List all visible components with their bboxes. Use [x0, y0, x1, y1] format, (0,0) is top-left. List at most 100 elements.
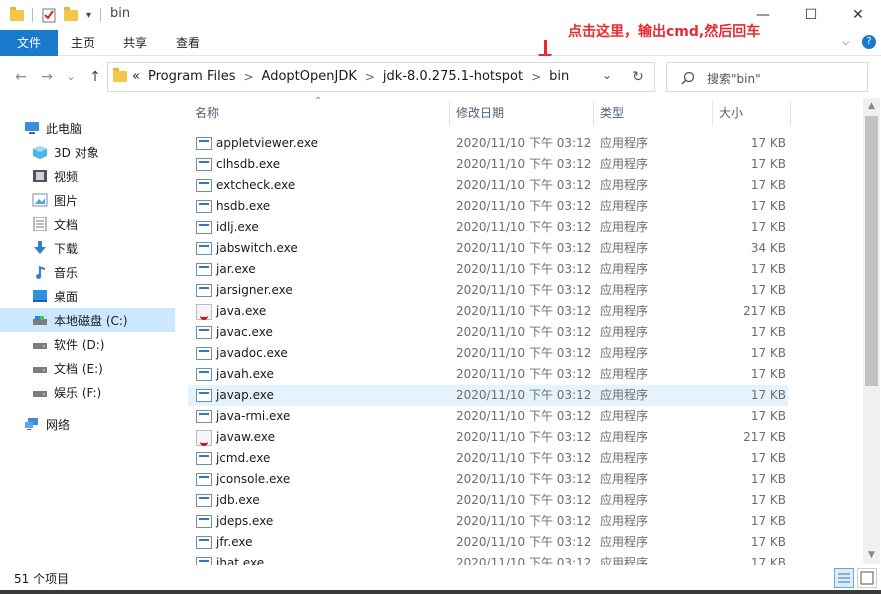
java-app-icon	[196, 430, 212, 446]
breadcrumb-jdk[interactable]: jdk-8.0.275.1-hotspot	[383, 69, 523, 84]
scroll-up-icon[interactable]: ▲	[863, 98, 880, 115]
column-header-type[interactable]: 类型	[600, 98, 624, 128]
file-row[interactable]: jhat.exe 2020/11/10 下午 03:12 应用程序 17 KB	[188, 553, 788, 565]
up-button[interactable]: ↑	[86, 68, 104, 86]
sidebar-item-3d-objects[interactable]: 3D 对象	[0, 140, 175, 164]
sidebar-item-network[interactable]: 网络	[0, 412, 175, 436]
file-date: 2020/11/10 下午 03:12	[456, 304, 592, 318]
vertical-scrollbar[interactable]: ▲ ▼	[863, 98, 880, 564]
large-icons-view-button[interactable]	[857, 568, 877, 588]
file-type: 应用程序	[600, 430, 649, 444]
sidebar-item-documents[interactable]: 文档	[0, 212, 175, 236]
column-divider[interactable]	[712, 100, 713, 126]
column-header-size[interactable]: 大小	[719, 98, 743, 128]
details-view-icon	[838, 573, 850, 583]
file-row[interactable]: extcheck.exe 2020/11/10 下午 03:12 应用程序 17 KB	[188, 175, 788, 196]
file-row[interactable]: java-rmi.exe 2020/11/10 下午 03:12 应用程序 17 KB	[188, 406, 788, 427]
file-row[interactable]: javac.exe 2020/11/10 下午 03:12 应用程序 17 KB	[188, 322, 788, 343]
file-row[interactable]: idlj.exe 2020/11/10 下午 03:12 应用程序 17 KB	[188, 217, 788, 238]
file-row[interactable]: jabswitch.exe 2020/11/10 下午 03:12 应用程序 34 K…	[188, 238, 788, 259]
file-name: java-rmi.exe	[216, 409, 291, 423]
customize-quick-access-icon[interactable]: ▾	[86, 5, 91, 25]
file-row[interactable]: jconsole.exe 2020/11/10 下午 03:12 应用程序 17 KB	[188, 469, 788, 490]
file-type: 应用程序	[600, 178, 649, 192]
back-button[interactable]: ←	[12, 68, 30, 86]
file-row[interactable]: java.exe 2020/11/10 下午 03:12 应用程序 217 KB	[188, 301, 788, 322]
file-row[interactable]: javaw.exe 2020/11/10 下午 03:12 应用程序 217 KB	[188, 427, 788, 448]
search-input[interactable]: 搜索"bin"	[666, 62, 868, 92]
sidebar-item-pictures[interactable]: 图片	[0, 188, 175, 212]
file-name: jar.exe	[216, 262, 256, 276]
column-header-name[interactable]: 名称	[195, 98, 219, 128]
file-type: 应用程序	[600, 304, 649, 318]
file-row[interactable]: jar.exe 2020/11/10 下午 03:12 应用程序 17 KB	[188, 259, 788, 280]
maximize-button[interactable]: ☐	[788, 0, 834, 30]
network-icon	[24, 417, 40, 431]
sidebar-item-drive-e[interactable]: 文档 (E:)	[0, 356, 175, 380]
tab-view[interactable]: 查看	[167, 30, 209, 56]
column-divider[interactable]	[790, 100, 791, 126]
sidebar-item-videos[interactable]: 视频	[0, 164, 175, 188]
file-row[interactable]: jfr.exe 2020/11/10 下午 03:12 应用程序 17 KB	[188, 532, 788, 553]
sidebar-item-desktop[interactable]: 桌面	[0, 284, 175, 308]
column-divider[interactable]	[593, 100, 594, 126]
address-bar[interactable]: « Program Files > AdoptOpenJDK > jdk-8.0…	[107, 62, 655, 92]
file-row[interactable]: javadoc.exe 2020/11/10 下午 03:12 应用程序 17 KB	[188, 343, 788, 364]
file-row[interactable]: jdeps.exe 2020/11/10 下午 03:12 应用程序 17 KB	[188, 511, 788, 532]
new-folder-icon[interactable]	[64, 5, 78, 25]
document-icon	[32, 216, 48, 232]
help-icon[interactable]: ?	[862, 35, 876, 49]
details-view-button[interactable]	[834, 568, 854, 588]
sidebar-item-label: 音乐	[54, 265, 79, 280]
sidebar-item-drive-d[interactable]: 软件 (D:)	[0, 332, 175, 356]
file-type: 应用程序	[600, 283, 649, 297]
chevron-right-icon[interactable]: >	[531, 70, 541, 84]
file-row[interactable]: jcmd.exe 2020/11/10 下午 03:12 应用程序 17 KB	[188, 448, 788, 469]
file-row[interactable]: hsdb.exe 2020/11/10 下午 03:12 应用程序 17 KB	[188, 196, 788, 217]
scroll-down-icon[interactable]: ▼	[863, 547, 880, 564]
tab-file[interactable]: 文件	[0, 30, 58, 56]
chevron-down-icon[interactable]: ⌵	[842, 37, 850, 48]
scrollbar-thumb[interactable]	[865, 116, 878, 386]
file-size: 17 KB	[750, 199, 786, 213]
sidebar-item-downloads[interactable]: 下载	[0, 236, 175, 260]
desktop-icon	[32, 289, 48, 303]
close-button[interactable]: ✕	[835, 0, 881, 30]
breadcrumb-program-files[interactable]: Program Files	[148, 69, 236, 84]
file-row[interactable]: appletviewer.exe 2020/11/10 下午 03:12 应用程序 1…	[188, 133, 788, 154]
file-row[interactable]: jdb.exe 2020/11/10 下午 03:12 应用程序 17 KB	[188, 490, 788, 511]
tab-home[interactable]: 主页	[62, 30, 104, 56]
file-row[interactable]: javah.exe 2020/11/10 下午 03:12 应用程序 17 KB	[188, 364, 788, 385]
breadcrumb-adoptopenjdk[interactable]: AdoptOpenJDK	[262, 69, 357, 84]
file-row[interactable]: clhsdb.exe 2020/11/10 下午 03:12 应用程序 17 KB	[188, 154, 788, 175]
sidebar-item-drive-c[interactable]: 本地磁盘 (C:)	[0, 308, 175, 332]
sidebar-item-drive-f[interactable]: 娱乐 (F:)	[0, 380, 175, 404]
application-icon	[196, 515, 212, 528]
file-date: 2020/11/10 下午 03:12	[456, 136, 592, 150]
refresh-button[interactable]: ↻	[622, 62, 655, 92]
tab-share[interactable]: 共享	[114, 30, 156, 56]
application-icon	[196, 410, 212, 423]
breadcrumb-bin[interactable]: bin	[549, 69, 569, 84]
sidebar-item-music[interactable]: 音乐	[0, 260, 175, 284]
column-header-date[interactable]: 修改日期	[456, 98, 504, 128]
forward-button[interactable]: →	[38, 68, 56, 86]
file-size: 17 KB	[750, 178, 786, 192]
chevron-right-icon[interactable]: >	[365, 70, 375, 84]
file-type: 应用程序	[600, 493, 649, 507]
file-row[interactable]: javap.exe 2020/11/10 下午 03:12 应用程序 17 KB	[188, 385, 788, 406]
breadcrumb-overflow[interactable]: «	[132, 69, 140, 84]
recent-locations-button[interactable]: ⌄	[64, 68, 78, 86]
properties-icon[interactable]	[42, 5, 56, 25]
file-date: 2020/11/10 下午 03:12	[456, 556, 592, 565]
file-size: 17 KB	[750, 451, 786, 465]
application-icon	[196, 557, 212, 565]
column-divider[interactable]	[449, 100, 450, 126]
status-bar: 51 个项目	[0, 566, 881, 590]
file-row[interactable]: jarsigner.exe 2020/11/10 下午 03:12 应用程序 17 K…	[188, 280, 788, 301]
sidebar-item-this-pc[interactable]: 此电脑	[0, 116, 175, 140]
file-date: 2020/11/10 下午 03:12	[456, 388, 592, 402]
chevron-right-icon[interactable]: >	[243, 70, 253, 84]
address-dropdown-icon[interactable]: ⌄	[602, 68, 612, 82]
file-type: 应用程序	[600, 535, 649, 549]
